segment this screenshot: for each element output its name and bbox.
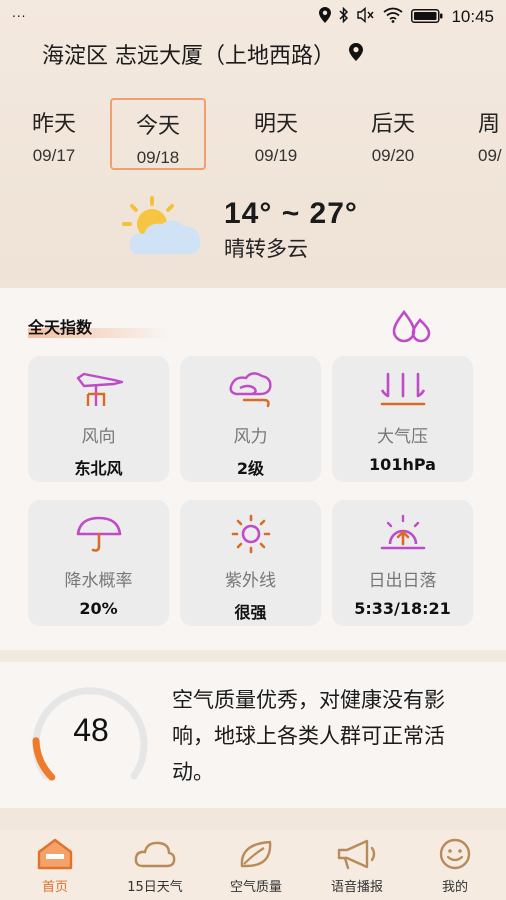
day-today[interactable]: 今天 09/18 — [110, 98, 206, 170]
tab-label: 首页 — [41, 880, 68, 895]
day-name: 昨天 — [31, 112, 76, 137]
tile-value: 很强 — [234, 603, 267, 622]
day-date: 09/19 — [254, 146, 298, 165]
tile-wind-force[interactable]: 风力 2级 — [180, 356, 321, 482]
day-name: 明天 — [253, 112, 298, 137]
tile-label: 日出日落 — [368, 571, 437, 591]
day-name: 后天 — [370, 112, 415, 137]
tab-label: 空气质量 — [229, 880, 282, 895]
status-time: 10:45 — [451, 7, 494, 26]
wifi-icon — [383, 7, 404, 27]
tab-air-quality[interactable]: 空气质量 — [206, 838, 306, 895]
tab-label: 我的 — [441, 880, 468, 895]
weather-condition: 晴转多云 — [224, 237, 308, 261]
day-tomorrow[interactable]: 明天 09/19 — [228, 98, 324, 170]
day-after-tomorrow[interactable]: 后天 09/20 — [345, 98, 441, 170]
day-selector: 昨天 09/17 今天 09/18 明天 09/19 后天 09/20 周 09… — [0, 98, 506, 170]
day-name: 今天 — [135, 114, 180, 139]
tile-air-pressure[interactable]: 大气压 101hPa — [332, 356, 473, 482]
tile-value: 101hPa — [369, 455, 436, 474]
smiley-icon — [439, 838, 471, 870]
status-overflow: ... — [12, 6, 27, 20]
aqi-description: 空气质量优秀，对健康没有影响，地球上各类人群可正常活动。 — [172, 688, 445, 784]
humidity-drops-icon[interactable] — [390, 308, 434, 348]
index-title: 全天指数 — [28, 318, 93, 337]
battery-icon — [411, 8, 443, 27]
today-text: 14° ~ 27° 晴转多云 — [224, 197, 358, 263]
tile-value: 东北风 — [74, 459, 123, 478]
tile-value: 20% — [79, 599, 118, 618]
mute-icon — [357, 6, 375, 27]
pressure-icon — [380, 372, 425, 406]
tab-label: 语音播报 — [330, 880, 383, 895]
tile-label: 风力 — [233, 427, 268, 447]
aqi-value: 48 — [73, 712, 109, 748]
location-header[interactable]: 海淀区 志远大厦（上地西路） — [42, 38, 363, 70]
uv-sun-icon — [231, 514, 270, 554]
tab-voice-broadcast[interactable]: 语音播报 — [307, 838, 407, 895]
location-status-icon — [319, 7, 332, 27]
day-weekday[interactable]: 周 09/ — [462, 98, 506, 170]
cloud-icon — [134, 841, 176, 868]
partly-cloudy-icon — [118, 196, 208, 264]
tab-home[interactable]: 首页 — [5, 838, 105, 895]
tile-value: 5:33/18:21 — [354, 599, 451, 618]
day-name: 周 — [478, 112, 501, 137]
bluetooth-icon — [339, 6, 349, 27]
sunrise-icon — [380, 514, 425, 550]
tab-15day-weather[interactable]: 15日天气 — [105, 838, 205, 895]
tile-uv[interactable]: 紫外线 很强 — [180, 500, 321, 626]
today-summary: 14° ~ 27° 晴转多云 — [118, 196, 358, 264]
wind-force-icon — [228, 372, 272, 408]
tile-label: 降水概率 — [64, 571, 133, 591]
day-date: 09/17 — [32, 146, 76, 165]
umbrella-icon — [76, 516, 121, 552]
day-yesterday[interactable]: 昨天 09/17 — [6, 98, 102, 170]
day-date: 09/18 — [136, 148, 180, 167]
location-pin-icon — [349, 42, 363, 67]
wind-direction-icon — [76, 372, 123, 406]
tile-wind-direction[interactable]: 风向 东北风 — [28, 356, 169, 482]
location-text: 海淀区 志远大厦（上地西路） — [42, 44, 335, 69]
tile-label: 风向 — [81, 427, 116, 447]
temperature-range: 14° ~ 27° — [224, 197, 358, 230]
day-date: 09/20 — [371, 146, 415, 165]
home-icon — [37, 838, 73, 870]
tile-label: 大气压 — [377, 427, 428, 447]
day-date: 09/ — [478, 146, 502, 165]
status-icons: 10:45 — [319, 6, 494, 27]
tile-label: 紫外线 — [225, 571, 276, 591]
tile-value: 2级 — [236, 459, 265, 478]
tile-sunrise-sunset[interactable]: 日出日落 5:33/18:21 — [332, 500, 473, 626]
megaphone-icon — [337, 839, 376, 870]
tab-mine[interactable]: 我的 — [405, 838, 505, 895]
status-bar: ... 10:45 — [0, 0, 506, 34]
air-quality-card[interactable]: 48 空气质量优秀，对健康没有影响，地球上各类人群可正常活动。 — [0, 662, 506, 808]
leaf-icon — [240, 840, 272, 868]
tab-label: 15日天气 — [127, 880, 183, 895]
bottom-tab-bar: 首页 15日天气 空气质量 语音播报 我的 — [0, 830, 506, 900]
tile-precipitation[interactable]: 降水概率 20% — [28, 500, 169, 626]
daily-index-card: 全天指数 风向 东北风 风力 2级 大气压 101hPa 降水概率 20% 紫外… — [0, 288, 506, 650]
